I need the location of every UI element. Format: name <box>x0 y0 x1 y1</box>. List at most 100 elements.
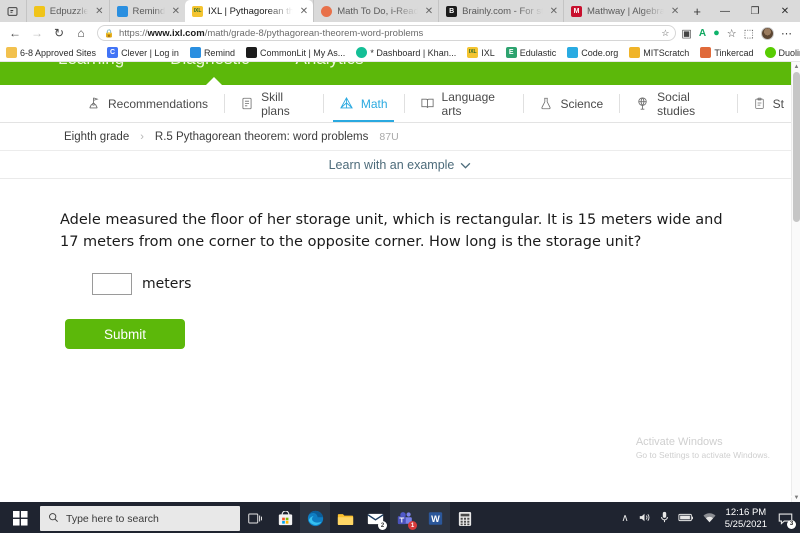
scrollbar-thumb[interactable] <box>793 72 800 222</box>
browser-tab[interactable]: M Mathway | Algebra ✕ <box>563 0 684 22</box>
close-icon[interactable]: ✕ <box>300 6 308 17</box>
minimize-button[interactable]: — <box>710 0 740 22</box>
notifications-icon[interactable]: 3 <box>776 510 796 529</box>
close-icon[interactable]: ✕ <box>550 6 558 17</box>
favorites-bar-icon[interactable]: ☆ <box>727 27 737 40</box>
watermark-subtitle: Go to Settings to activate Windows. <box>635 450 770 460</box>
reload-icon[interactable]: ↻ <box>48 23 70 43</box>
answer-input[interactable] <box>92 273 132 295</box>
subnav-label: Math <box>360 96 388 111</box>
microsoft-store-icon[interactable] <box>270 502 300 533</box>
bookmark-item[interactable]: * Dashboard | Khan... <box>356 47 456 58</box>
mathway-favicon: M <box>571 5 582 17</box>
bookmark-item[interactable]: E Edulastic <box>505 47 556 58</box>
page-scrollbar[interactable]: ▲ ▼ <box>791 62 800 502</box>
watermark-title: Activate Windows <box>635 436 723 448</box>
subnav-label: Skill plans <box>261 89 290 118</box>
duolingo-icon <box>764 47 776 58</box>
windows-start-icon[interactable] <box>0 511 40 526</box>
sidebar-item-language-arts[interactable]: Language arts <box>403 85 524 122</box>
favorite-star-icon[interactable]: ☆ <box>661 28 669 39</box>
sidebar-item-skill-plans[interactable]: Skill plans <box>224 85 323 122</box>
sidebar-item-recommendations[interactable]: Recommendations <box>70 85 224 122</box>
maximize-button[interactable]: ❐ <box>740 0 770 22</box>
bookmark-item[interactable]: Remind <box>189 47 235 58</box>
top-menu-diagnostic[interactable]: Diagnostic <box>170 62 249 69</box>
standards-icon <box>753 96 766 111</box>
bookmark-item[interactable]: Code.org <box>567 47 618 58</box>
profile-avatar[interactable] <box>761 26 774 40</box>
scroll-up-icon[interactable]: ▲ <box>792 62 800 71</box>
subnav-label: St <box>772 96 784 111</box>
science-icon <box>539 96 553 111</box>
forward-icon[interactable]: → <box>26 23 48 43</box>
immersive-reader-icon[interactable]: ▣ <box>681 27 691 40</box>
bookmark-label: CommonLit | My As... <box>259 47 346 58</box>
new-tab-button[interactable]: + <box>684 0 710 22</box>
browser-toolbar-icons: ▣ A ● ☆ ⬚ ⋯ <box>681 26 796 40</box>
address-bar[interactable]: 🔒 https://www.ixl.com/math/grade-8/pytha… <box>97 25 677 41</box>
bookmark-item[interactable]: CommonLit | My As... <box>245 47 346 58</box>
learn-with-example-label: Learn with an example <box>328 157 455 172</box>
clock-date: 5/25/2021 <box>724 518 767 530</box>
top-menu-learning[interactable]: Learning <box>58 62 124 69</box>
mail-icon[interactable]: 2 <box>360 502 390 533</box>
notifications-badge: 3 <box>787 519 796 529</box>
breadcrumb-grade[interactable]: Eighth grade <box>64 131 129 143</box>
breadcrumb-skill: R.5 Pythagorean theorem: word problems <box>154 130 369 143</box>
question-area: Adele measured the floor of her storage … <box>0 179 800 349</box>
battery-icon[interactable] <box>678 513 694 525</box>
collections-icon[interactable]: ⬚ <box>744 27 754 40</box>
bookmark-item[interactable]: MITScratch <box>629 47 689 58</box>
bookmark-item[interactable]: Tinkercad <box>700 47 754 58</box>
top-menu-analytics[interactable]: Analytics <box>296 62 364 69</box>
bookmark-item[interactable]: IXL IXL <box>467 47 495 58</box>
settings-more-icon[interactable]: ⋯ <box>781 27 792 40</box>
remind-favicon <box>116 5 128 17</box>
task-view-icon[interactable] <box>240 502 270 533</box>
microphone-icon[interactable] <box>660 511 669 526</box>
sidebar-item-social-studies[interactable]: Social studies <box>619 85 737 122</box>
sidebar-item-science[interactable]: Science <box>523 85 619 122</box>
microsoft-edge-icon[interactable] <box>300 502 330 533</box>
browser-tab-active[interactable]: IXL IXL | Pythagorean th ✕ <box>184 0 314 22</box>
bookmark-item[interactable]: Duolingo - The bes... <box>764 47 800 58</box>
browser-tab[interactable]: Edpuzzle ✕ <box>25 0 109 22</box>
back-icon[interactable]: ← <box>4 23 26 43</box>
close-window-button[interactable]: ✕ <box>770 0 800 22</box>
network-wifi-icon[interactable] <box>703 512 716 526</box>
tab-label: Brainly.com - For st <box>462 5 543 17</box>
taskbar-search[interactable]: Type here to search <box>40 506 240 531</box>
browser-tab[interactable]: Math To Do, i-Read ✕ <box>313 0 438 22</box>
taskbar-clock[interactable]: 12:16 PM 5/25/2021 <box>725 507 767 531</box>
browser-tab[interactable]: B Brainly.com - For st ✕ <box>438 0 563 22</box>
close-icon[interactable]: ✕ <box>425 6 433 17</box>
bookmark-item[interactable]: 6-8 Approved Sites <box>6 47 96 58</box>
recommendations-icon <box>86 96 101 111</box>
svg-text:W: W <box>431 514 440 524</box>
sidebar-item-math[interactable]: Math <box>322 85 404 122</box>
home-icon[interactable]: ⌂ <box>70 23 92 43</box>
ixl-favicon: IXL <box>191 5 203 17</box>
browser-tab[interactable]: Remind ✕ <box>108 0 185 22</box>
grammarly-icon[interactable]: A <box>699 28 706 39</box>
volume-icon[interactable] <box>638 512 651 526</box>
question-text: Adele measured the floor of her storage … <box>60 212 723 250</box>
calculator-icon[interactable] <box>450 502 480 533</box>
close-icon[interactable]: ✕ <box>671 6 679 17</box>
tab-search-icon[interactable] <box>0 0 26 22</box>
close-icon[interactable]: ✕ <box>172 6 180 17</box>
file-explorer-icon[interactable] <box>330 502 360 533</box>
bookmark-item[interactable]: C Clever | Log in <box>107 47 179 58</box>
extension-green-icon[interactable]: ● <box>713 27 720 39</box>
code-org-icon <box>567 47 579 58</box>
language-arts-icon <box>420 96 435 111</box>
close-icon[interactable]: ✕ <box>95 6 103 17</box>
microsoft-teams-icon[interactable]: 1 <box>390 502 420 533</box>
submit-button[interactable]: Submit <box>65 319 185 349</box>
tray-expand-caret[interactable]: ▼ <box>785 493 794 503</box>
word-icon[interactable]: W <box>420 502 450 533</box>
learn-with-example-button[interactable]: Learn with an example <box>329 158 472 172</box>
show-hidden-icons-icon[interactable]: ∧ <box>621 513 628 524</box>
bookmark-label: 6-8 Approved Sites <box>20 47 97 58</box>
